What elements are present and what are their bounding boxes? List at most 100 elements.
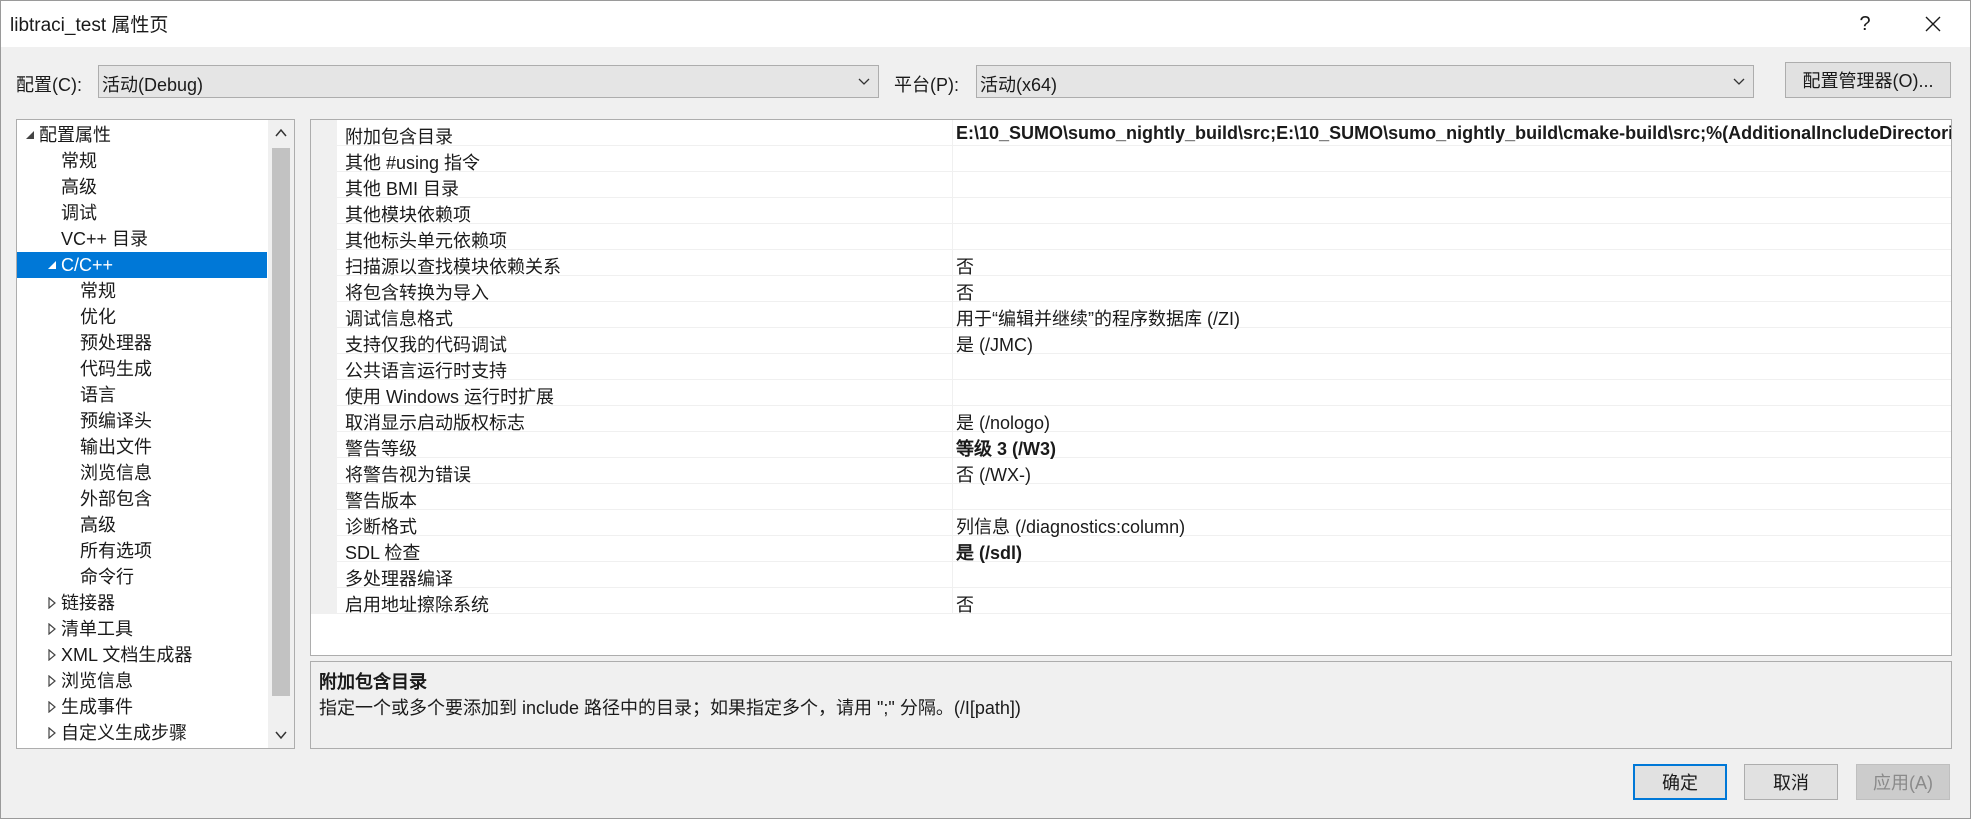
property-row[interactable]: 其他标头单元依赖项 [311, 224, 1951, 251]
scroll-thumb[interactable] [272, 148, 290, 696]
tree-item[interactable]: 高级 [17, 512, 267, 538]
row-gutter [311, 224, 337, 250]
tree-item[interactable]: 高级 [17, 174, 267, 200]
column-divider [952, 354, 953, 380]
column-divider [952, 198, 953, 224]
tree-item-label: 语言 [80, 385, 116, 405]
tree-item[interactable]: 语言 [17, 382, 267, 408]
description-title: 附加包含目录 [319, 672, 427, 692]
tree-scrollbar[interactable] [268, 120, 294, 748]
row-gutter [311, 588, 337, 614]
column-divider [952, 510, 953, 536]
tree-item[interactable]: VC++ 目录 [17, 226, 267, 252]
property-row[interactable]: 启用地址擦除系统 否 [311, 588, 1951, 617]
configuration-label: 配置(C): [16, 75, 82, 95]
property-row[interactable]: 诊断格式 列信息 (/diagnostics:column) [311, 510, 1951, 537]
property-row[interactable]: 将包含转换为导入否 [311, 276, 1951, 303]
property-row[interactable]: 将警告视为错误否 (/WX-) [311, 458, 1951, 485]
collapse-arrow-icon[interactable] [45, 252, 59, 278]
property-row[interactable]: 其他 BMI 目录 [311, 172, 1951, 199]
configuration-value: 活动(Debug) [102, 75, 204, 95]
tree-item[interactable]: 生成事件 [17, 694, 267, 720]
expand-arrow-icon[interactable] [45, 642, 59, 668]
property-row[interactable]: 取消显示启动版权标志是 (/nologo) [311, 406, 1951, 433]
scroll-down-icon[interactable] [274, 728, 288, 742]
title-bar: libtraci_test 属性页 ? [1, 1, 1970, 47]
property-value[interactable]: E:\10_SUMO\sumo_nightly_build\src;E:\10_… [956, 123, 1951, 144]
tree-item-label: 清单工具 [61, 619, 133, 639]
collapse-arrow-icon[interactable] [23, 122, 37, 148]
property-row[interactable]: 多处理器编译 [311, 562, 1951, 589]
tree-item[interactable]: 配置属性 [17, 122, 267, 148]
property-row[interactable]: 警告等级 等级 3 (/W3) [311, 432, 1951, 459]
description-panel: 附加包含目录 指定一个或多个要添加到 include 路径中的目录；如果指定多个… [310, 661, 1952, 749]
tree-item[interactable]: 优化 [17, 304, 267, 330]
tree-item-label: 命令行 [80, 567, 134, 587]
tree-item[interactable]: 代码生成 [17, 356, 267, 382]
row-gutter [311, 198, 337, 224]
expand-arrow-icon[interactable] [45, 720, 59, 746]
property-row[interactable]: 使用 Windows 运行时扩展 [311, 380, 1951, 407]
expand-arrow-icon[interactable] [45, 616, 59, 642]
property-row[interactable]: 其他 #using 指令 [311, 146, 1951, 173]
tree-item[interactable]: 常规 [17, 278, 267, 304]
tree-item[interactable]: 浏览信息 [17, 460, 267, 486]
column-divider [952, 276, 953, 302]
property-row[interactable]: 其他模块依赖项 [311, 198, 1951, 225]
property-row[interactable]: 支持仅我的代码调试是 (/JMC) [311, 328, 1951, 355]
property-pages-window: libtraci_test 属性页 ? 配置(C): 活动(Debug) 平台(… [0, 0, 1971, 819]
tree-item[interactable]: 命令行 [17, 564, 267, 590]
tree-item[interactable]: C/C++ [17, 252, 267, 278]
property-tree: 配置属性 常规 高级 调试 VC++ 目录 C/C++ 常规 优化 预处理器 代码生成 语言 预编译头… [16, 119, 295, 749]
ok-button[interactable]: 确定 [1633, 764, 1727, 800]
tree-item-label: 优化 [80, 307, 116, 327]
row-gutter [311, 120, 337, 146]
expand-arrow-icon[interactable] [45, 590, 59, 616]
column-divider [952, 172, 953, 198]
close-button[interactable] [1905, 5, 1961, 43]
tree-item[interactable]: XML 文档生成器 [17, 642, 267, 668]
configuration-manager-button[interactable]: 配置管理器(O)... [1785, 62, 1951, 98]
column-divider [952, 250, 953, 276]
tree-item[interactable]: 浏览信息 [17, 668, 267, 694]
column-divider [952, 536, 953, 562]
property-row[interactable]: 扫描源以查找模块依赖关系否 [311, 250, 1951, 277]
tree-item[interactable]: 预编译头 [17, 408, 267, 434]
tree-item[interactable]: 链接器 [17, 590, 267, 616]
help-button[interactable]: ? [1837, 5, 1893, 43]
tree-item-label: 浏览信息 [61, 671, 133, 691]
column-divider [952, 484, 953, 510]
tree-item-label: 浏览信息 [80, 463, 152, 483]
apply-button[interactable]: 应用(A) [1856, 764, 1950, 800]
tree-item[interactable]: 调试 [17, 200, 267, 226]
description-text: 指定一个或多个要添加到 include 路径中的目录；如果指定多个，请用 ";"… [319, 698, 1021, 718]
scroll-up-icon[interactable] [274, 126, 288, 140]
tree-item[interactable]: 外部包含 [17, 486, 267, 512]
property-row[interactable]: SDL 检查是 (/sdl) [311, 536, 1951, 563]
tree-item[interactable]: 输出文件 [17, 434, 267, 460]
platform-combo[interactable]: 活动(x64) [976, 65, 1754, 98]
property-row[interactable]: 附加包含目录 E:\10_SUMO\sumo_nightly_build\src;… [311, 120, 1951, 147]
row-gutter [311, 432, 337, 458]
property-row[interactable]: 调试信息格式 用于“编辑并继续”的程序数据库 (/ZI) [311, 302, 1951, 329]
property-row[interactable]: 警告版本 [311, 484, 1951, 511]
expand-arrow-icon[interactable] [45, 694, 59, 720]
tree-item[interactable]: 常规 [17, 148, 267, 174]
configuration-combo[interactable]: 活动(Debug) [98, 65, 879, 98]
property-value[interactable]: 否 [956, 591, 974, 617]
property-row[interactable]: 公共语言运行时支持 [311, 354, 1951, 381]
row-gutter [311, 328, 337, 354]
tree-item[interactable]: 预处理器 [17, 330, 267, 356]
tree-item-label: VC++ 目录 [61, 229, 149, 249]
row-gutter [311, 484, 337, 510]
expand-arrow-icon[interactable] [45, 668, 59, 694]
column-divider [952, 120, 953, 146]
platform-label: 平台(P): [894, 75, 959, 95]
tree-item[interactable]: 清单工具 [17, 616, 267, 642]
tree-item[interactable]: 自定义生成步骤 [17, 720, 267, 746]
tree-item[interactable]: 所有选项 [17, 538, 267, 564]
tree-item-label: 代码生成 [80, 359, 152, 379]
cancel-button[interactable]: 取消 [1744, 764, 1838, 800]
tree-item-label: 生成事件 [61, 697, 133, 717]
row-gutter [311, 146, 337, 172]
